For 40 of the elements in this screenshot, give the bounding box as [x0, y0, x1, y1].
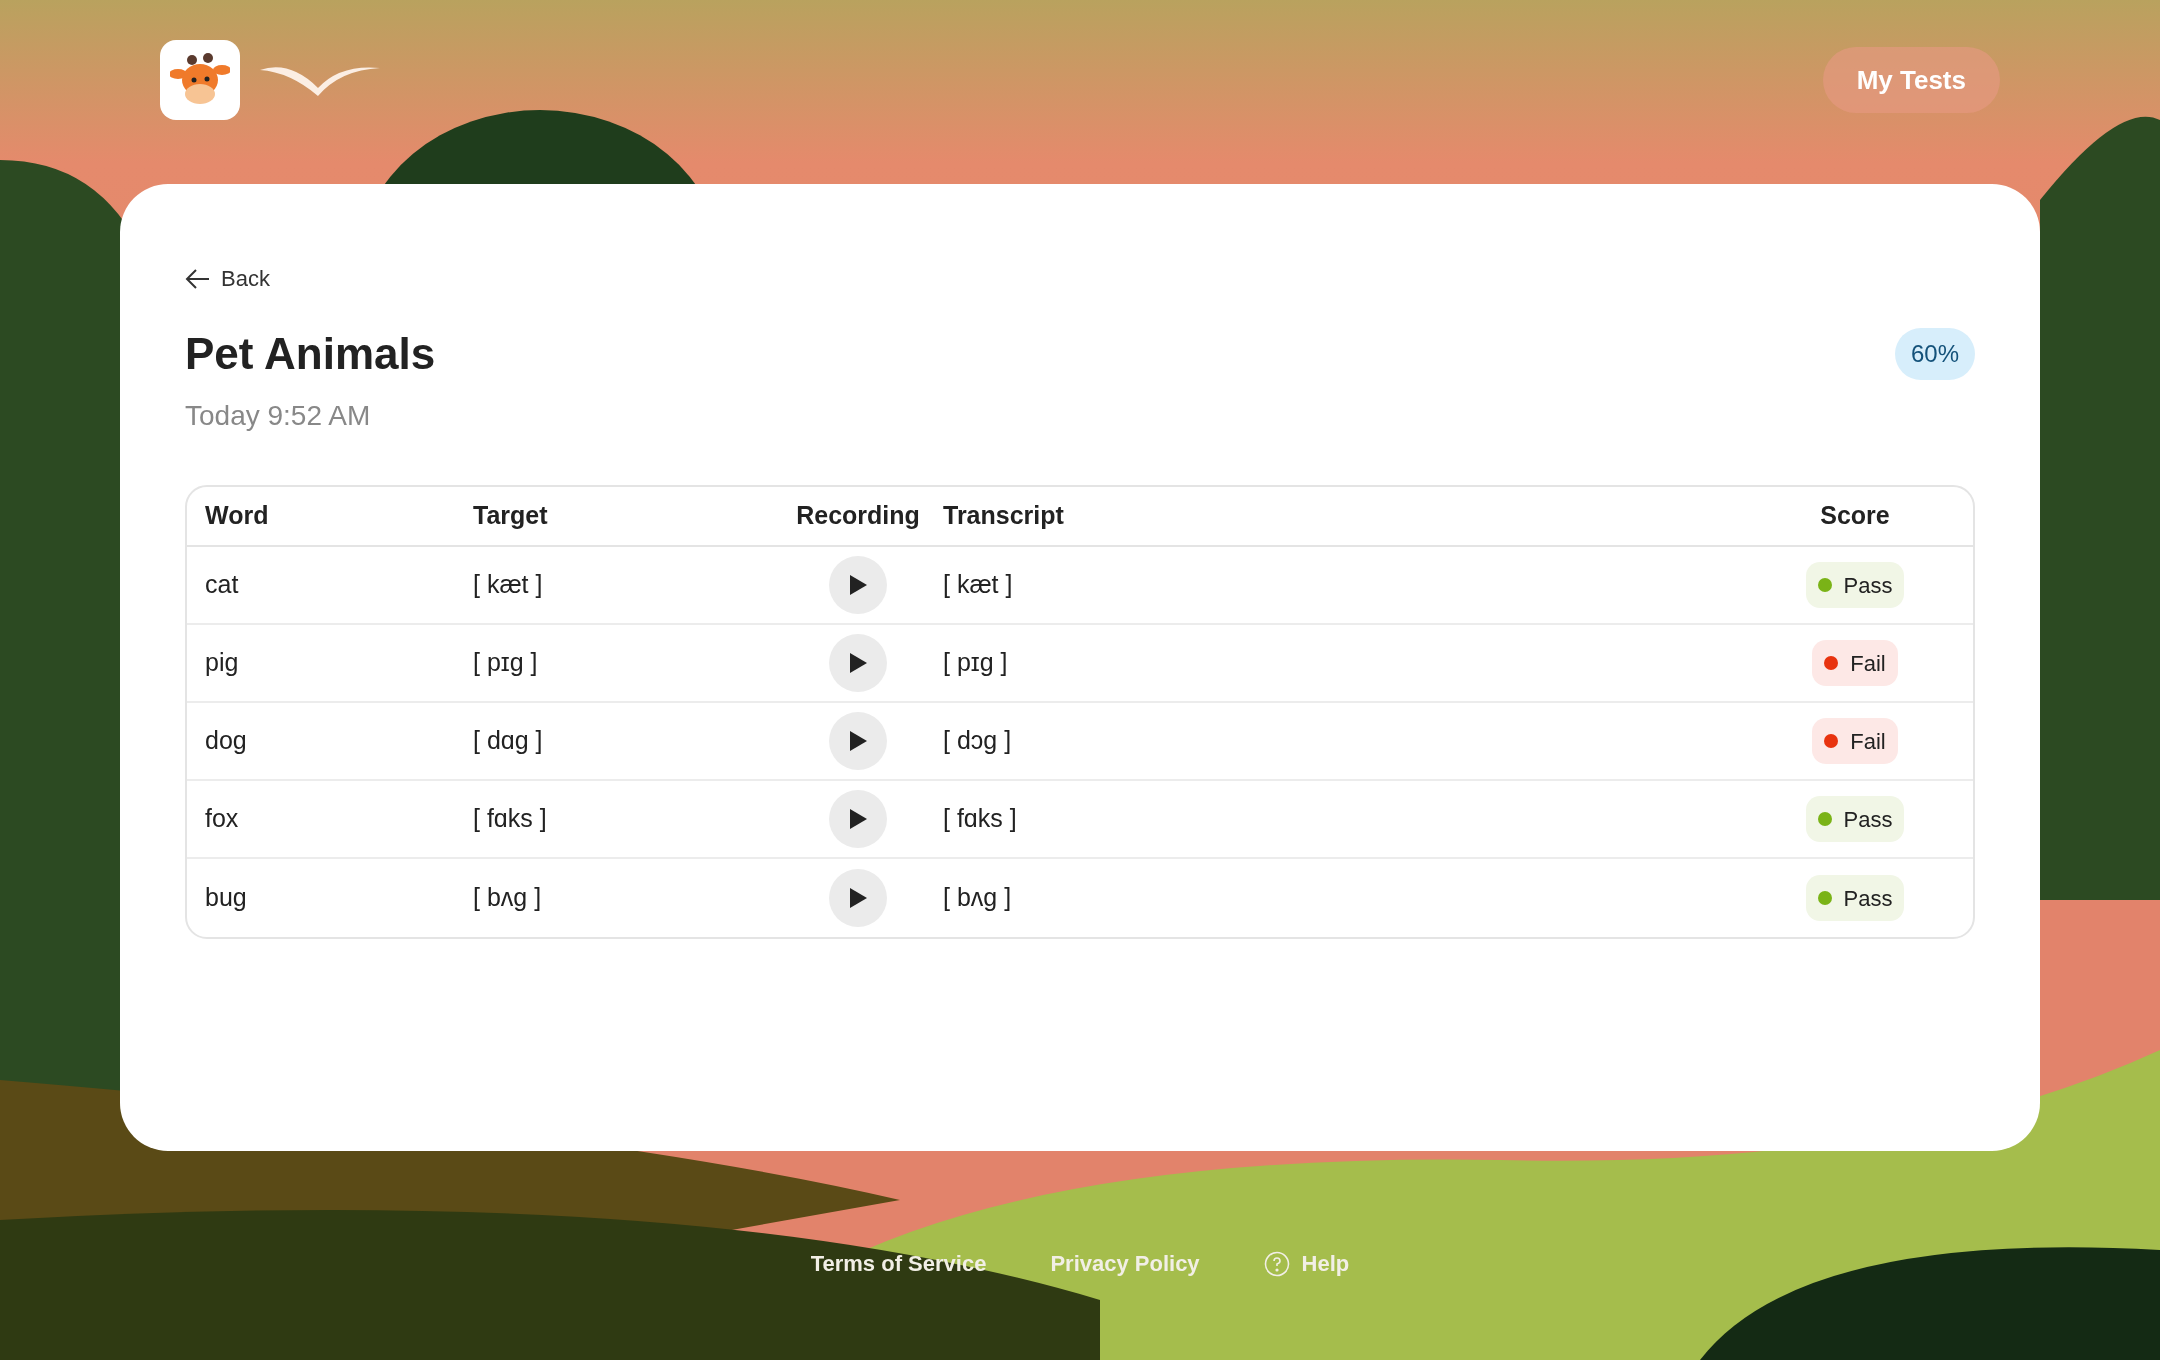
- target-cell: [ pɪg ]: [473, 648, 538, 677]
- test-date: Today 9:52 AM: [185, 399, 372, 433]
- target-cell: [ dɑg ]: [473, 726, 543, 755]
- target-cell: [ bʌg ]: [473, 883, 542, 912]
- word-cell: pig: [205, 648, 239, 677]
- play-icon: [848, 808, 868, 830]
- score-badge: Pass: [1805, 562, 1905, 608]
- column-header: Score: [1820, 500, 1890, 532]
- word-cell: fox: [205, 804, 239, 833]
- back-link[interactable]: Back: [185, 262, 270, 295]
- transcript-cell: [ kæt ]: [943, 570, 1013, 599]
- score-badge: Fail: [1812, 718, 1898, 764]
- play-icon: [848, 887, 868, 909]
- play-icon: [848, 730, 868, 752]
- column-header: Target: [473, 500, 548, 532]
- my-tests-button[interactable]: My Tests: [1822, 47, 2000, 113]
- column-header: Recording: [796, 500, 920, 532]
- score-badge: Fail: [1812, 640, 1898, 686]
- column-header: Word: [205, 500, 269, 532]
- transcript-cell: [ pɪg ]: [943, 648, 1008, 677]
- target-cell: [ fɑks ]: [473, 804, 547, 833]
- transcript-cell: [ fɑks ]: [943, 804, 1017, 833]
- transcript-cell: [ bʌg ]: [943, 883, 1012, 912]
- transcript-cell: [ dɔg ]: [943, 726, 1012, 755]
- overall-score-badge: 60%: [1894, 328, 1975, 380]
- target-cell: [ kæt ]: [473, 570, 543, 599]
- back-arrow-icon: [185, 267, 211, 290]
- column-header: Transcript: [943, 500, 1064, 532]
- word-cell: bug: [205, 883, 247, 912]
- help-link[interactable]: Help: [1263, 1247, 1350, 1280]
- score-badge: Pass: [1805, 796, 1905, 842]
- footer-link[interactable]: Privacy Policy: [1050, 1247, 1200, 1280]
- help-icon: [1263, 1250, 1290, 1277]
- play-icon: [848, 574, 868, 596]
- word-cell: cat: [205, 570, 239, 599]
- score-badge: Pass: [1805, 875, 1905, 921]
- giraffe-logo-icon[interactable]: [160, 40, 240, 120]
- page-title: Pet Animals: [185, 328, 436, 380]
- play-icon: [848, 652, 868, 674]
- word-cell: dog: [205, 726, 247, 755]
